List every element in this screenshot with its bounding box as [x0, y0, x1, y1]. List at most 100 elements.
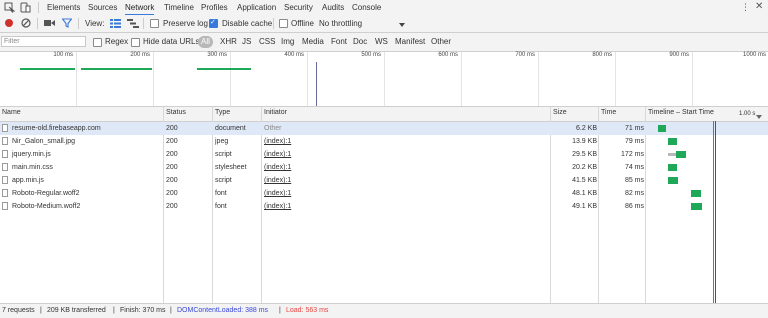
table-row[interactable]: Roboto-Medium.woff2 200 font (index):1 49.1 …: [0, 200, 768, 213]
offline-checkbox[interactable]: [279, 19, 288, 28]
filter-type-ws[interactable]: WS: [375, 36, 388, 48]
overview-tick-label: 500 ms: [361, 52, 381, 58]
waterfall-bar: [668, 138, 677, 145]
filter-bar: Regex Hide data URLs All XHR JS CSS Img Media…: [0, 33, 768, 52]
type-cell: stylesheet: [215, 164, 247, 171]
network-toolbar: View: Preserve log ✓ Disable cache Offli…: [0, 15, 768, 33]
filter-type-doc[interactable]: Doc: [353, 36, 367, 48]
hide-data-urls-checkbox[interactable]: [131, 38, 140, 47]
time-cell: 74 ms: [624, 164, 644, 171]
column-header-name[interactable]: Name: [2, 109, 21, 116]
size-cell: 49.1 KB: [572, 203, 597, 210]
column-header-size[interactable]: Size: [553, 109, 567, 116]
regex-checkbox[interactable]: [93, 38, 102, 47]
disable-cache-label: Disable cache: [222, 19, 273, 28]
overview-gridline: [461, 52, 462, 106]
network-overview: 100 ms 200 ms 300 ms 400 ms 500 ms 600 ms 700 …: [0, 52, 768, 107]
timeline-tick-label: 1.00 s: [739, 111, 756, 117]
filter-type-img[interactable]: Img: [281, 36, 294, 48]
tab-audits[interactable]: Audits: [322, 2, 344, 14]
initiator-cell[interactable]: (index):1: [264, 176, 291, 185]
name-cell: Roboto-Medium.woff2: [12, 203, 81, 210]
record-button[interactable]: [5, 19, 13, 27]
device-toolbar-icon[interactable]: [20, 2, 31, 15]
initiator-cell[interactable]: (index):1: [264, 189, 291, 198]
type-cell: font: [215, 190, 227, 197]
filter-type-font[interactable]: Font: [331, 36, 347, 48]
clear-icon[interactable]: [21, 18, 31, 30]
type-cell: jpeg: [215, 138, 229, 145]
preserve-log-checkbox[interactable]: [150, 19, 159, 28]
tab-console[interactable]: Console: [352, 2, 381, 14]
table-header: Name Status Type Initiator Size Time Tim…: [0, 107, 768, 122]
tab-sources[interactable]: Sources: [88, 2, 117, 14]
initiator-cell: Other: [264, 125, 282, 132]
overview-gridline: [692, 52, 693, 106]
tab-profiles[interactable]: Profiles: [201, 2, 228, 14]
name-cell: Roboto-Regular.woff2: [12, 190, 80, 197]
column-header-type[interactable]: Type: [215, 109, 230, 116]
overview-request-bar: [197, 68, 251, 70]
column-header-initiator[interactable]: Initiator: [264, 109, 287, 116]
overview-tick-label: 300 ms: [207, 52, 227, 58]
filter-type-media[interactable]: Media: [302, 36, 324, 48]
close-icon[interactable]: ✕: [755, 1, 763, 12]
tab-elements[interactable]: Elements: [47, 2, 80, 14]
table-row[interactable]: app.min.js 200 script (index):1 41.5 KB 85 ms: [0, 174, 768, 187]
type-cell: script: [215, 177, 232, 184]
overview-request-bar: [20, 68, 75, 70]
column-header-timeline[interactable]: Timeline – Start Time: [648, 109, 714, 116]
table-row[interactable]: main.min.css 200 stylesheet (index):1 20.2 K…: [0, 161, 768, 174]
chevron-down-icon[interactable]: [399, 20, 405, 29]
file-icon: [2, 150, 8, 158]
overview-gridline: [384, 52, 385, 106]
type-cell: font: [215, 203, 227, 210]
load-event-line: [713, 121, 714, 303]
preserve-log-label: Preserve log: [163, 19, 208, 28]
transferred-size: 209 KB transferred: [47, 307, 106, 314]
filter-type-all[interactable]: All: [198, 36, 213, 48]
request-count: 7 requests: [2, 307, 35, 314]
name-cell: app.min.js: [12, 177, 44, 184]
time-cell: 82 ms: [624, 190, 644, 197]
capture-screenshots-icon[interactable]: [44, 19, 55, 29]
initiator-cell[interactable]: (index):1: [264, 163, 291, 172]
filter-type-other[interactable]: Other: [431, 36, 451, 48]
filter-type-js[interactable]: JS: [242, 36, 251, 48]
filter-input[interactable]: [1, 36, 86, 47]
tab-timeline[interactable]: Timeline: [164, 2, 194, 14]
dom-content-loaded-line: [715, 121, 716, 303]
table-row[interactable]: Roboto-Regular.woff2 200 font (index):1 48.1…: [0, 187, 768, 200]
name-cell: resume-old.firebaseapp.com: [12, 125, 101, 132]
filter-type-xhr[interactable]: XHR: [220, 36, 237, 48]
inspect-element-icon[interactable]: [4, 2, 16, 15]
column-header-status[interactable]: Status: [166, 109, 186, 116]
filter-icon[interactable]: [61, 18, 73, 30]
overview-waterfall-icon[interactable]: [127, 19, 139, 30]
tab-application[interactable]: Application: [237, 2, 276, 14]
overview-tick-label: 900 ms: [669, 52, 689, 58]
overview-gridline: [230, 52, 231, 106]
status-cell: 200: [166, 177, 178, 184]
status-cell: 200: [166, 190, 178, 197]
type-cell: document: [215, 125, 246, 132]
more-options-icon[interactable]: ⋮: [741, 2, 750, 13]
initiator-cell[interactable]: (index):1: [264, 150, 291, 159]
file-icon: [2, 124, 8, 132]
large-rows-icon[interactable]: [110, 19, 121, 30]
column-header-time[interactable]: Time: [601, 109, 616, 116]
initiator-cell[interactable]: (index):1: [264, 202, 291, 211]
filter-type-manifest[interactable]: Manifest: [395, 36, 425, 48]
overview-tick-label: 400 ms: [284, 52, 304, 58]
file-icon: [2, 163, 8, 171]
table-row[interactable]: Nir_Galon_small.jpg 200 jpeg (index):1 13.9 …: [0, 135, 768, 148]
tab-network[interactable]: Network: [125, 2, 155, 16]
table-row[interactable]: jquery.min.js 200 script (index):1 29.5 KB 17…: [0, 148, 768, 161]
status-separator: |: [40, 307, 42, 314]
table-row[interactable]: resume-old.firebaseapp.com 200 document Oth…: [0, 122, 768, 135]
throttling-select[interactable]: No throttling: [319, 18, 362, 29]
tab-security[interactable]: Security: [284, 2, 313, 14]
filter-type-css[interactable]: CSS: [259, 36, 275, 48]
initiator-cell[interactable]: (index):1: [264, 137, 291, 146]
time-cell: 172 ms: [621, 151, 644, 158]
